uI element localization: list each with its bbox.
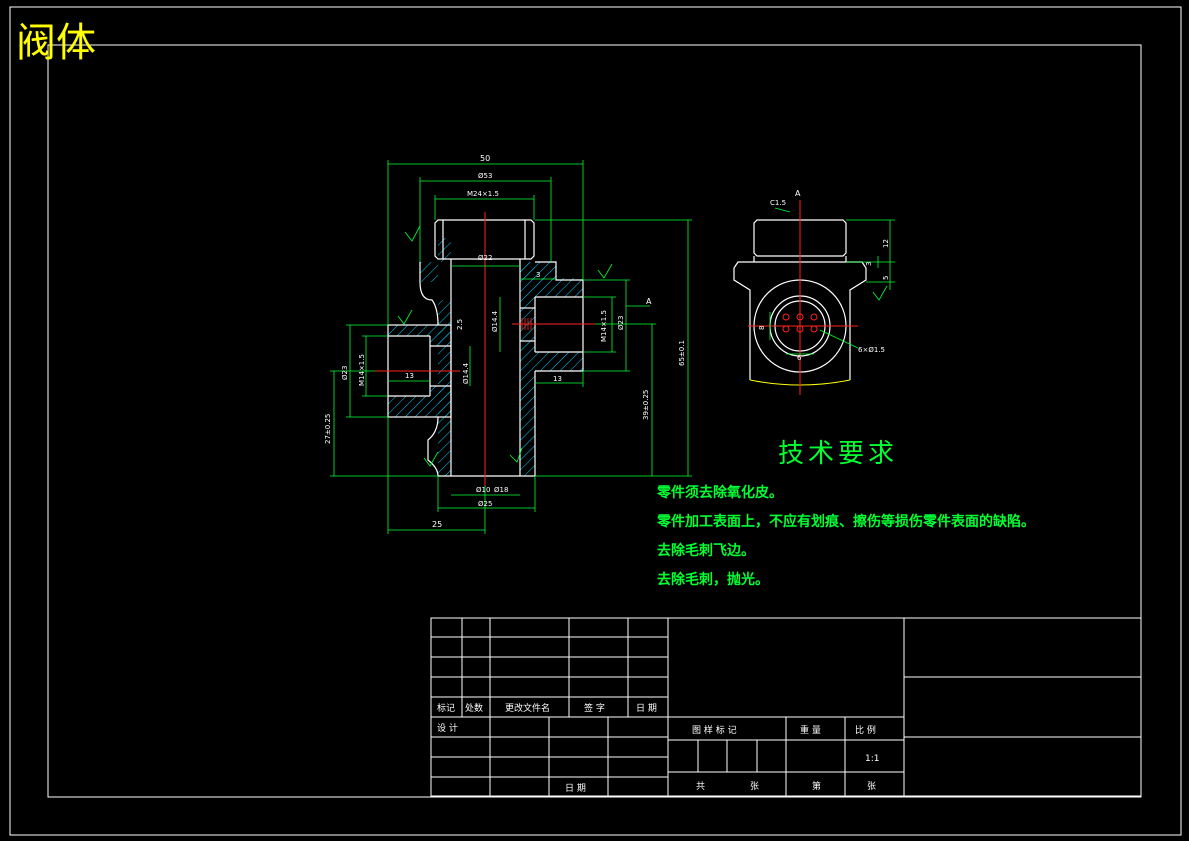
side-view: C1.5 A 12 3 5 8 6 6×Ø1.5 — [733, 189, 895, 395]
tb-sheet: 张 — [750, 781, 759, 792]
dim-5: 5 — [882, 276, 890, 280]
inner-frame — [47, 44, 1142, 798]
dim-holes: 6×Ø1.5 — [858, 346, 885, 354]
tb-weight: 重 量 — [800, 724, 821, 736]
tb-drawing-mark: 图 样 标 记 — [692, 724, 737, 736]
dim-6: 6 — [797, 354, 802, 362]
dim-3-side: 3 — [865, 262, 873, 266]
dim-27: 27±0.25 — [324, 414, 332, 444]
tb-mark: 标记 — [437, 702, 455, 714]
dim-m24: M24×1.5 — [467, 190, 499, 198]
dim-25-dia: Ø25 — [478, 500, 492, 508]
requirement-1: 零件须去除氧化皮。 — [656, 484, 783, 501]
dim-13-right: 13 — [553, 375, 562, 383]
dim-39: 39±0.25 — [642, 390, 650, 420]
view-label-a: A — [795, 189, 801, 198]
tb-design: 设 计 — [437, 722, 458, 734]
drawing-title: 阀体 — [16, 20, 96, 66]
section-mark-a: A — [646, 297, 652, 306]
tb-date2: 日 期 — [565, 783, 586, 794]
requirement-4: 去除毛刺，抛光。 — [657, 571, 769, 588]
dim-23-right: Ø23 — [617, 316, 625, 330]
dim-m14-left: M14×1.5 — [358, 354, 366, 386]
hatch-right-port-top — [535, 278, 583, 297]
tb-scale-value: 1:1 — [865, 754, 879, 764]
front-section-view: 50 Ø53 M24×1.5 Ø22 3 Ø14.4 M14×1.5 Ø23 1… — [324, 154, 692, 534]
tb-sheet2: 张 — [867, 781, 876, 792]
dim-14-4-right: Ø14.4 — [491, 310, 499, 332]
dim-m14-right: M14×1.5 — [600, 310, 608, 342]
dim-25-width: 25 — [432, 520, 442, 529]
requirement-3: 去除毛刺飞边。 — [657, 542, 755, 559]
hatch-right-port-bottom — [535, 352, 583, 371]
dim-8: 8 — [758, 326, 766, 330]
tb-date: 日 期 — [636, 703, 657, 714]
hole-6 — [810, 325, 818, 333]
dim-23-left: Ø23 — [341, 366, 349, 380]
tb-sign: 签 字 — [584, 702, 605, 714]
dim-65: 65±0.1 — [678, 340, 686, 366]
hatch-left-port-bottom — [388, 386, 451, 417]
hatch-right-wall — [520, 262, 535, 476]
dim-22: Ø22 — [478, 254, 492, 262]
dim-3: 3 — [536, 271, 540, 279]
dim-12: 12 — [882, 239, 890, 248]
hole-3 — [810, 313, 818, 321]
cad-drawing: 阀体 50 Ø53 M24×1.5 Ø22 3 Ø14.4 M14×1.5 Ø2… — [9, 6, 1182, 836]
tb-total: 共 — [696, 781, 705, 792]
dim-2-5: 2.5 — [456, 319, 464, 330]
dim-c1-5: C1.5 — [770, 199, 786, 207]
dim-53: Ø53 — [478, 172, 492, 180]
requirement-2: 零件加工表面上，不应有划痕、擦伤等损伤零件表面的缺陷。 — [656, 513, 1035, 530]
dim-50: 50 — [480, 154, 490, 163]
tb-scale: 比 例 — [855, 724, 876, 736]
tb-doc: 更改文件名 — [505, 702, 550, 714]
dim-10: Ø10 — [476, 486, 490, 494]
tb-count: 处数 — [465, 702, 483, 714]
hole-1 — [782, 313, 790, 321]
hole-4 — [782, 325, 790, 333]
requirements-heading: 技术要求 — [778, 439, 898, 469]
dim-13-left: 13 — [405, 372, 414, 380]
tb-page: 第 — [812, 780, 821, 792]
dim-14-4-left: Ø14.4 — [462, 362, 470, 384]
dim-18: Ø18 — [494, 486, 508, 494]
technical-requirements: 技术要求 零件须去除氧化皮。 零件加工表面上，不应有划痕、擦伤等损伤零件表面的缺… — [656, 439, 1035, 588]
